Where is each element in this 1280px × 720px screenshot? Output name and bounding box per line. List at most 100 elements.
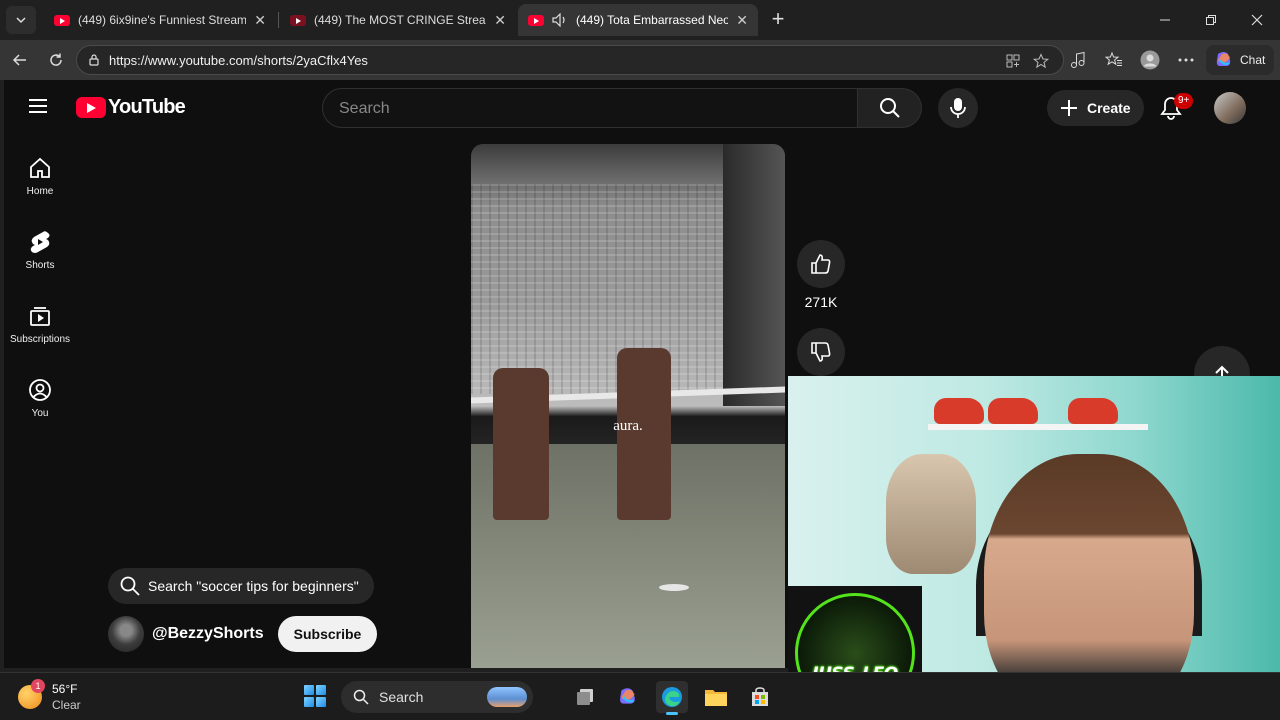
copilot-icon [620,688,635,704]
tab-actions-menu-button[interactable] [6,6,36,34]
search-input[interactable]: Search [322,88,858,128]
dislike-button[interactable] [797,328,845,376]
settings-more-button[interactable] [1176,50,1196,70]
tab-title: (449) Tota Embarrassed Neon [576,13,729,27]
tab-close-icon[interactable]: ✕ [254,12,266,29]
favorites-button[interactable] [1104,50,1124,70]
browser-tab-strip: (449) 6ix9ine's Funniest Stream Mo ✕ (44… [0,0,1280,40]
close-icon [1251,14,1263,26]
subscriptions-icon [30,307,50,326]
browser-tab-3-active[interactable]: (449) Tota Embarrassed Neon ✕ [518,4,758,36]
search-suggestion-text: Search "soccer tips for beginners" [148,578,359,594]
more-horizontal-icon [1178,58,1194,62]
new-tab-button[interactable]: + [766,8,790,32]
youtube-play-icon [76,97,106,118]
guide-menu-button[interactable] [28,98,48,119]
guide-item-label: Subscriptions [9,334,71,345]
voice-search-button[interactable] [938,88,978,128]
video-person-left [493,368,549,520]
tab-close-icon[interactable]: ✕ [736,12,748,29]
search-icon [120,576,140,596]
short-video-player[interactable]: aura. [471,144,785,668]
speaker-icon[interactable] [552,13,568,27]
music-note-icon [1071,51,1085,68]
weather-temp: 56°F [52,682,78,696]
search-suggestion-chip[interactable]: Search "soccer tips for beginners" [108,568,374,604]
app-available-icon[interactable] [1005,53,1021,69]
channel-avatar[interactable] [108,616,144,652]
thumbs-down-icon [811,342,831,362]
favorite-star-icon[interactable] [1033,53,1049,69]
guide-item-label: Shorts [25,260,55,271]
edge-taskbar-button[interactable] [656,681,688,715]
back-button[interactable] [8,48,32,72]
search-placeholder: Search [339,100,390,117]
video-caption: aura. [613,418,643,434]
search-highlight-icon [487,687,527,707]
copilot-icon [1216,52,1231,66]
webcam-shoe [1068,398,1118,424]
start-button[interactable] [304,685,326,707]
streamer-webcam-overlay: JUSS_LEO kick [788,376,1280,720]
guide-item-subscriptions[interactable]: Subscriptions [4,304,76,345]
webcam-shoe [988,398,1038,424]
shorts-icon [30,231,50,253]
weather-sun-icon: 1 [18,679,45,709]
browser-tab-1[interactable]: (449) 6ix9ine's Funniest Stream Mo ✕ [44,4,276,36]
tab-title: (449) The MOST CRINGE Streamer [314,13,486,27]
browser-toolbar: https://www.youtube.com/shorts/2yaCflx4Y… [0,40,1280,80]
you-icon [29,379,51,401]
channel-name[interactable]: @BezzyShorts [152,625,264,643]
active-app-indicator [666,712,678,715]
youtube-logo[interactable]: YouTube [76,96,186,119]
profile-button[interactable] [1140,50,1160,70]
media-control-button[interactable] [1068,50,1088,70]
windows-logo-icon [304,685,314,695]
url-text: https://www.youtube.com/shorts/2yaCflx4Y… [109,53,368,68]
plus-icon [1061,100,1077,116]
microsoft-store-button[interactable] [744,681,776,713]
close-window-button[interactable] [1234,0,1280,40]
site-info-icon[interactable] [87,53,101,67]
like-button[interactable] [797,240,845,288]
webcam-shelf [928,424,1148,430]
account-avatar[interactable] [1214,92,1246,124]
thumbs-up-icon [811,254,831,274]
guide-item-label: You [31,408,49,419]
guide-item-label: Home [26,186,54,197]
copilot-taskbar-button[interactable] [612,681,644,713]
arrow-left-icon [12,54,26,66]
subscribe-button[interactable]: Subscribe [277,616,378,652]
folder-icon [705,690,727,706]
webcam-shoe [934,398,984,424]
search-button[interactable] [858,88,922,128]
weather-desc: Clear [52,698,81,712]
copilot-chat-button[interactable]: Chat [1206,45,1274,75]
refresh-icon [50,53,62,66]
favorites-icon [1105,51,1122,66]
taskbar-search-label: Search [379,689,424,705]
restore-button[interactable] [1188,0,1234,40]
guide-item-home[interactable]: Home [4,156,76,197]
tab-title: (449) 6ix9ine's Funniest Stream Mo [78,13,247,27]
weather-widget[interactable]: 1 56°F Clear [18,679,81,713]
file-explorer-button[interactable] [700,681,732,713]
edge-browser-icon [662,687,682,707]
address-bar[interactable]: https://www.youtube.com/shorts/2yaCflx4Y… [76,45,1064,75]
refresh-button[interactable] [44,48,68,72]
notification-count-badge: 9+ [1174,93,1194,109]
channel-row: @BezzyShorts Subscribe [108,616,378,652]
task-view-icon [577,689,593,705]
profile-avatar-icon [1140,50,1160,70]
browser-tab-2[interactable]: (449) The MOST CRINGE Streamer ✕ [280,4,516,36]
task-view-button[interactable] [569,681,601,713]
minimize-button[interactable] [1142,0,1188,40]
youtube-favicon-icon [54,14,70,26]
restore-icon [1206,15,1216,25]
guide-item-shorts[interactable]: Shorts [4,230,76,271]
guide-item-you[interactable]: You [4,378,76,419]
taskbar-search[interactable]: Search [341,681,533,713]
tab-close-icon[interactable]: ✕ [494,12,506,29]
create-button[interactable]: Create [1047,90,1144,126]
youtube-favicon-icon [290,14,306,26]
